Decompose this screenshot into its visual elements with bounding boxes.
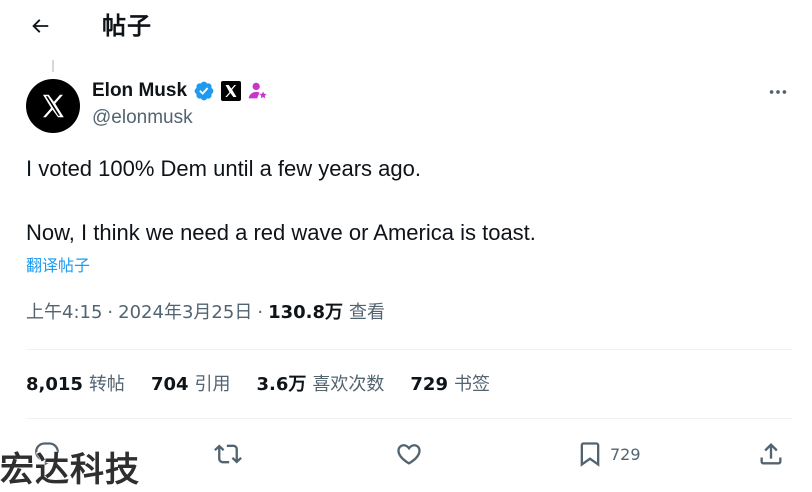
views-label: 查看	[349, 302, 385, 323]
repost-button[interactable]	[214, 440, 242, 468]
author-display-name[interactable]: Elon Musk	[92, 80, 187, 102]
meta-separator: ·	[107, 302, 114, 323]
stat-number: 8,015	[26, 374, 83, 395]
stat-bookmarks[interactable]: 729 书签	[410, 372, 490, 398]
avatar[interactable]	[26, 79, 80, 133]
bookmark-count: 729	[610, 444, 641, 464]
stat-label: 引用	[194, 374, 231, 395]
author-name-row: Elon Musk	[92, 78, 269, 104]
more-dots-icon	[769, 90, 787, 94]
divider	[26, 418, 792, 419]
heart-icon	[397, 444, 421, 465]
meta-separator: ·	[257, 302, 264, 323]
stat-label: 书签	[453, 374, 490, 395]
repost-icon	[214, 444, 242, 464]
x-affiliate-badge-icon[interactable]	[221, 81, 242, 101]
views-count: 130.8万	[268, 302, 343, 323]
back-button[interactable]	[20, 6, 60, 46]
stat-label: 转帖	[88, 374, 125, 395]
divider	[26, 349, 792, 350]
more-options-button[interactable]	[766, 80, 790, 104]
engagement-stats-row: 8,015 转帖 704 引用 3.6万 喜欢次数 729 书签	[26, 372, 516, 398]
translate-post-link[interactable]: 翻译帖子	[26, 254, 90, 278]
person-star-icon[interactable]	[247, 80, 269, 102]
page-title: 帖子	[102, 12, 152, 40]
author-handle[interactable]: @elonmusk	[92, 106, 193, 130]
stat-reposts[interactable]: 8,015 转帖	[26, 372, 125, 398]
watermark-text: 宏达科技	[0, 450, 140, 490]
stat-quotes[interactable]: 704 引用	[151, 372, 231, 398]
share-button[interactable]	[757, 440, 785, 468]
bookmark-button[interactable]: 729	[576, 440, 641, 468]
stat-label: 喜欢次数	[312, 374, 385, 395]
share-icon	[760, 443, 782, 465]
stat-number: 3.6万	[256, 374, 307, 395]
like-button[interactable]	[395, 440, 423, 468]
stat-number: 704	[150, 374, 189, 395]
stat-number: 729	[410, 374, 448, 395]
bookmark-icon	[580, 442, 600, 467]
tweet-meta-row: 上午4:15 · 2024年3月25日 · 130.8万 查看	[26, 300, 385, 326]
top-bar: 帖子	[0, 0, 812, 52]
thread-connector-line	[52, 60, 54, 72]
x-logo-icon	[43, 94, 64, 118]
tweet-time[interactable]: 上午4:15	[26, 300, 102, 326]
stat-likes[interactable]: 3.6万 喜欢次数	[257, 372, 385, 398]
back-arrow-icon	[32, 19, 49, 33]
tweet-text: I voted 100% Dem until a few years ago. …	[26, 156, 536, 245]
tweet-date[interactable]: 2024年3月25日	[118, 300, 252, 326]
verified-badge-icon[interactable]	[193, 80, 215, 102]
